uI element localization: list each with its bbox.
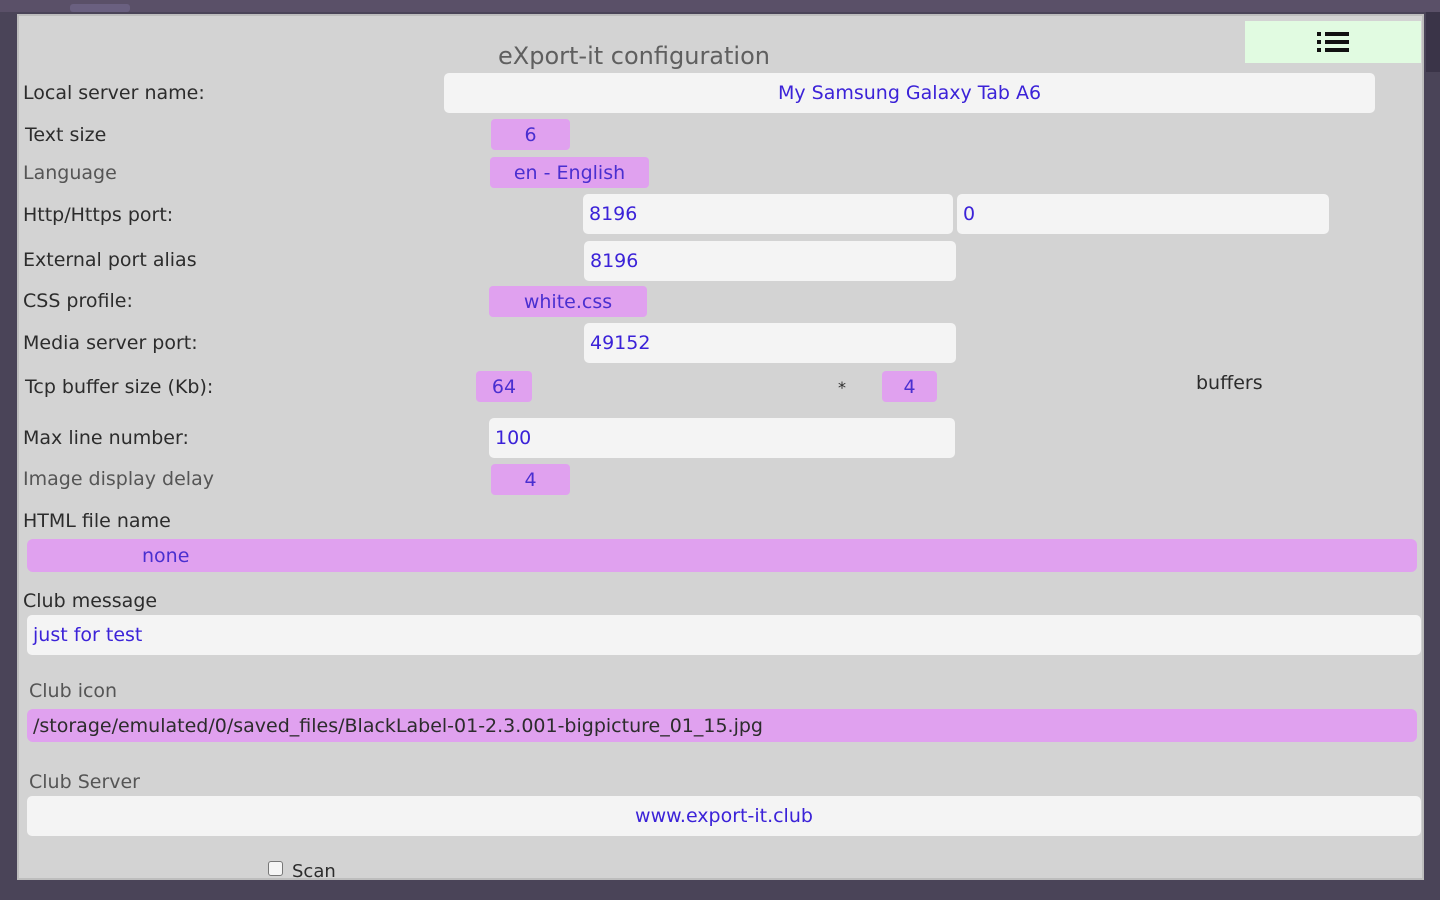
club-server-label: Club Server	[29, 771, 140, 793]
scan-label: Scan	[292, 861, 336, 880]
club-icon-label: Club icon	[29, 680, 118, 702]
max-line-number-label: Max line number:	[23, 427, 189, 449]
club-message-label: Club message	[23, 590, 158, 612]
image-display-delay-select[interactable]: 4	[491, 464, 570, 495]
media-server-port-label: Media server port:	[23, 332, 198, 354]
css-profile-select[interactable]: white.css	[489, 286, 647, 317]
text-size-label: Text size	[25, 124, 107, 146]
media-server-port-input[interactable]: 49152	[584, 323, 956, 363]
tcp-buffer-size-select[interactable]: 64	[476, 371, 532, 402]
local-server-name-input[interactable]: My Samsung Galaxy Tab A6	[444, 73, 1375, 113]
local-server-name-label: Local server name:	[23, 82, 205, 104]
tcp-buffer-multiplier: *	[838, 378, 846, 397]
external-port-alias-label: External port alias	[23, 249, 197, 271]
http-port-label: Http/Https port:	[23, 204, 174, 226]
club-icon-select[interactable]: /storage/emulated/0/saved_files/BlackLab…	[27, 709, 1417, 742]
language-label: Language	[23, 162, 117, 184]
html-file-name-select[interactable]: none	[27, 539, 1417, 572]
tcp-buffer-label: Tcp buffer size (Kb):	[25, 376, 214, 398]
club-server-input[interactable]: www.export-it.club	[27, 796, 1421, 836]
http-port-input[interactable]: 8196	[583, 194, 953, 234]
scan-checkbox[interactable]	[268, 861, 283, 876]
external-port-alias-input[interactable]: 8196	[584, 241, 956, 281]
html-file-name-label: HTML file name	[23, 510, 171, 532]
image-display-delay-label: Image display delay	[23, 468, 214, 490]
list-menu-icon	[1317, 32, 1349, 52]
window-side-shade	[1426, 12, 1440, 72]
club-message-input[interactable]: just for test	[27, 615, 1421, 655]
text-size-select[interactable]: 6	[491, 119, 570, 150]
window-tab-nub	[70, 4, 130, 12]
tcp-buffer-suffix: buffers	[1196, 372, 1263, 394]
https-port-input[interactable]: 0	[957, 194, 1329, 234]
window-top-strip	[0, 0, 1440, 12]
css-profile-label: CSS profile:	[23, 290, 133, 312]
page-title: eXport-it configuration	[498, 42, 770, 70]
config-panel: eXport-it configuration Local server nam…	[17, 14, 1424, 880]
language-select[interactable]: en - English	[490, 157, 649, 188]
menu-button[interactable]	[1245, 21, 1421, 63]
tcp-buffer-count-select[interactable]: 4	[882, 371, 937, 402]
max-line-number-input[interactable]: 100	[489, 418, 955, 458]
